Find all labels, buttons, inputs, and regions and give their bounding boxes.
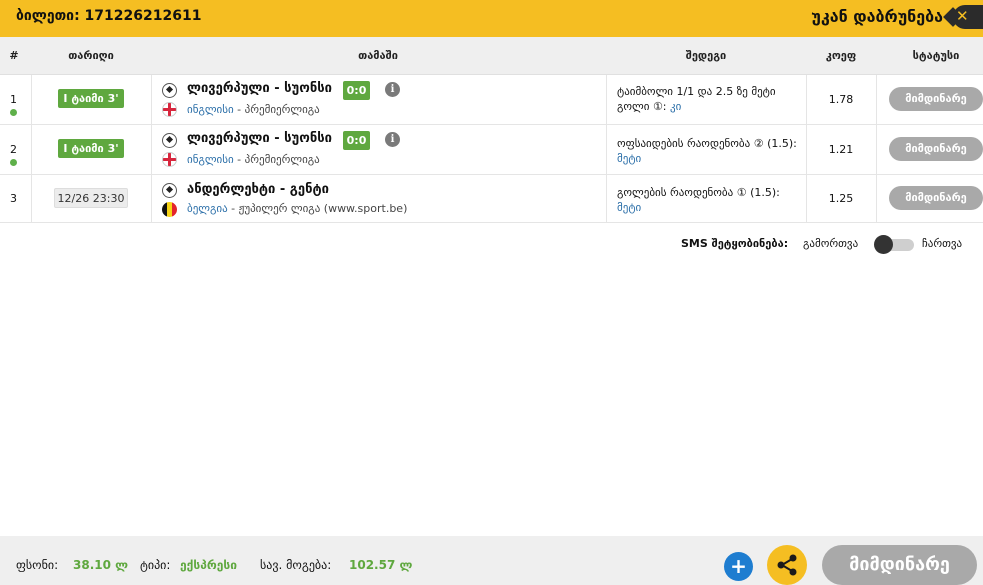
score-badge: 0:0 xyxy=(343,131,370,150)
win-value: 102.57 ლ xyxy=(349,558,413,572)
live-dot-icon xyxy=(10,159,17,166)
type-label: ტიპი: xyxy=(140,558,171,572)
league-name: ბელგია - ჟუპილერ ლიგა (www.sport.be) xyxy=(187,202,407,215)
type-value: ექსპრესი xyxy=(180,558,237,572)
outcome-pick: მეტი xyxy=(617,201,642,214)
close-icon: ✕ xyxy=(956,7,969,25)
add-button[interactable]: + xyxy=(724,552,753,581)
country-name: ბელგია xyxy=(187,202,228,215)
soccer-ball-icon xyxy=(162,133,177,148)
sms-toggle[interactable] xyxy=(872,235,914,254)
country-name: ინგლისი xyxy=(187,153,234,166)
league-name: ინგლისი - პრემიერლიგა xyxy=(187,103,320,116)
live-dot-icon xyxy=(10,109,17,116)
outcome-cell: ოფსაიდების რაოდენობა ② (1.5): მეტი xyxy=(617,136,807,166)
odds-value: 1.78 xyxy=(828,93,854,106)
match-name[interactable]: ლივერპული - სუონსი xyxy=(187,131,332,146)
league-label: - ჟუპილერ ლიგა (www.sport.be) xyxy=(227,202,408,215)
row-number: 2 xyxy=(10,143,17,156)
col-date: თარიღი xyxy=(68,49,114,62)
col-odds: კოეფ xyxy=(825,49,857,62)
league-label: - პრემიერლიგა xyxy=(233,103,320,116)
info-icon[interactable]: i xyxy=(385,82,400,97)
share-button[interactable] xyxy=(767,545,807,585)
ticket-number: ბილეთი: 171226212611 xyxy=(16,8,202,24)
header-bar: ბილეთი: 171226212611 უკან დაბრუნება ✕ xyxy=(0,0,983,37)
stake-value: 38.10 ლ xyxy=(73,558,129,572)
toggle-knob xyxy=(874,235,893,254)
info-icon[interactable]: i xyxy=(385,132,400,147)
date-badge: 12/26 23:30 xyxy=(54,188,128,208)
england-flag-icon xyxy=(162,152,177,167)
match-name[interactable]: ლივერპული - სუონსი xyxy=(187,81,332,96)
row-number: 3 xyxy=(10,192,17,205)
col-num: # xyxy=(9,49,19,62)
outcome-cell: ტაიმბოლი 1/1 და 2.5 ზე მეტი გოლი ①: კი xyxy=(617,84,807,114)
win-label: სავ. მოგება: xyxy=(260,558,332,572)
belgium-flag-icon xyxy=(162,202,177,217)
ticket-status-button[interactable]: მიმდინარე xyxy=(822,545,977,585)
column-divider xyxy=(876,75,877,223)
column-divider xyxy=(606,75,607,223)
col-status: სტატუსი xyxy=(912,49,960,62)
column-divider xyxy=(31,75,32,223)
status-button[interactable]: მიმდინარე xyxy=(889,87,983,111)
live-time-badge: I ტაიმი 3' xyxy=(58,89,124,108)
share-icon xyxy=(777,554,797,576)
close-button[interactable]: ✕ xyxy=(953,5,983,29)
stake-label: ფსონი: xyxy=(16,558,59,572)
plus-icon: + xyxy=(730,554,747,578)
status-button[interactable]: მიმდინარე xyxy=(889,137,983,161)
back-button[interactable]: უკან დაბრუნება xyxy=(811,7,943,26)
england-flag-icon xyxy=(162,102,177,117)
col-game: თამაში xyxy=(358,49,398,62)
outcome-text: ტაიმბოლი 1/1 და 2.5 ზე მეტი გოლი ①: xyxy=(617,85,776,113)
match-name[interactable]: ანდერლეხტი - გენტი xyxy=(187,182,329,197)
live-time-badge: I ტაიმი 3' xyxy=(58,139,124,158)
odds-value: 1.25 xyxy=(828,192,854,205)
score-badge: 0:0 xyxy=(343,81,370,100)
outcome-pick: მეტი xyxy=(617,152,642,165)
league-label: - პრემიერლიგა xyxy=(233,153,320,166)
sms-label: SMS შეტყობინება: xyxy=(681,237,789,250)
sms-off-label[interactable]: გამორთვა xyxy=(803,237,858,250)
row-number: 1 xyxy=(10,93,17,106)
country-name: ინგლისი xyxy=(187,103,234,116)
outcome-cell: გოლების რაოდენობა ① (1.5): მეტი xyxy=(617,185,807,215)
soccer-ball-icon xyxy=(162,83,177,98)
column-divider xyxy=(151,75,152,223)
outcome-pick: კი xyxy=(670,100,682,113)
col-outcome: შედეგი xyxy=(685,49,727,62)
odds-value: 1.21 xyxy=(828,143,854,156)
sms-on-label[interactable]: ჩართვა xyxy=(922,237,962,250)
outcome-text: გოლების რაოდენობა ① (1.5): xyxy=(617,186,780,199)
outcome-text: ოფსაიდების რაოდენობა ② (1.5): xyxy=(617,137,797,150)
soccer-ball-icon xyxy=(162,183,177,198)
status-button[interactable]: მიმდინარე xyxy=(889,186,983,210)
league-name: ინგლისი - პრემიერლიგა xyxy=(187,153,320,166)
